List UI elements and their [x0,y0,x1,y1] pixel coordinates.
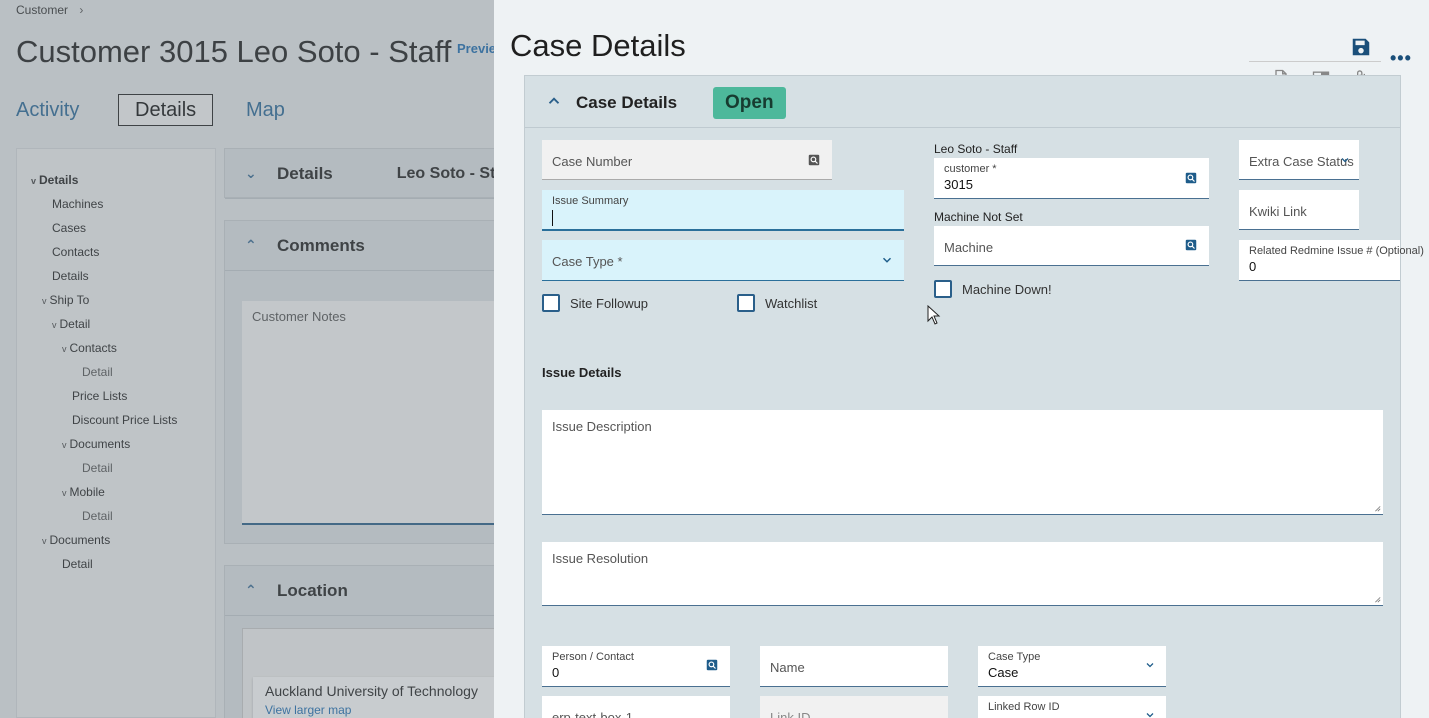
drawer-title: Case Details [510,28,686,63]
status-badge: Open [713,87,786,119]
view-larger-map-link[interactable]: View larger map [265,703,491,717]
kwiki-link-field[interactable]: Kwiki Link [1239,190,1359,230]
tree-item-documents-sub[interactable]: v Documents [62,437,130,451]
tree-item-details-sub[interactable]: Details [52,269,89,283]
tab-details[interactable]: Details [118,94,214,126]
mouse-pointer-icon [927,305,941,325]
chevron-up-icon: ⌃ [245,582,257,598]
lookup-icon[interactable] [807,153,821,167]
comments-panel: ⌃ Comments Customer Notes [224,220,514,544]
tree-item-documents-detail-root[interactable]: Detail [62,557,93,571]
customer-name-label: Leo Soto - Staff [934,142,1018,156]
chevron-down-icon: v [62,344,67,354]
tab-map[interactable]: Map [246,94,285,126]
details-panel-header[interactable]: ⌄ Details Leo Soto - Staf [225,149,513,199]
case-type-select[interactable]: Case Type * [542,240,904,281]
issue-description-textarea[interactable]: Issue Description [542,410,1383,515]
issue-details-heading: Issue Details [542,365,622,380]
watchlist-checkbox[interactable]: Watchlist [737,294,817,312]
preview-link[interactable]: Previe [457,41,496,56]
text-cursor [552,210,553,226]
erp-text-box-field[interactable]: erp-text-box-1 [542,696,730,718]
navigation-tree: v Details Machines Cases Contacts Details… [16,148,216,718]
more-options-icon[interactable]: ••• [1390,48,1412,69]
resize-grip-icon[interactable] [1373,595,1381,603]
tree-item-cases[interactable]: Cases [52,221,86,235]
chevron-down-icon [882,257,892,263]
chevron-down-icon [1341,158,1349,163]
map-embed[interactable]: Auckland University of Technology View l… [242,628,503,718]
breadcrumb[interactable]: Customer › [16,3,83,17]
tree-item-details[interactable]: v Details [31,173,78,187]
tree-item-contacts-detail[interactable]: Detail [82,365,113,379]
case-details-drawer: Case Details ••• Case Details Open Case … [494,0,1429,718]
chevron-down-icon: v [62,440,67,450]
location-panel-header[interactable]: ⌃ Location [225,566,513,616]
name-field[interactable]: Name [760,646,948,687]
case-details-section: Case Details Open Case Number Issue Summ… [524,75,1424,718]
details-panel: ⌄ Details Leo Soto - Staf [224,148,514,199]
tab-activity[interactable]: Activity [16,94,79,126]
breadcrumb-customer[interactable]: Customer [16,3,68,17]
chevron-down-icon [1146,713,1154,718]
link-id-field[interactable]: Link ID [760,696,948,718]
issue-resolution-textarea[interactable]: Issue Resolution [542,542,1383,606]
chevron-down-icon: v [42,296,47,306]
tree-item-documents-detail[interactable]: Detail [82,461,113,475]
lookup-icon[interactable] [705,658,719,672]
case-details-section-header[interactable]: Case Details Open [525,76,1400,128]
resize-grip-icon[interactable] [1373,504,1381,512]
save-icon[interactable] [1350,36,1372,58]
checkbox-box[interactable] [737,294,755,312]
tree-item-contacts[interactable]: Contacts [52,245,99,259]
customer-notes-textarea[interactable]: Customer Notes [242,301,502,525]
tree-item-ship-to[interactable]: v Ship To [42,293,89,307]
location-panel: ⌃ Location Auckland University of Techno… [224,565,514,718]
tree-item-machines[interactable]: Machines [52,197,103,211]
person-contact-field[interactable]: Person / Contact 0 [542,646,730,687]
details-panel-customer: Leo Soto - Staf [396,164,510,182]
machine-field[interactable]: Machine [934,226,1209,266]
machine-status-label: Machine Not Set [934,210,1023,224]
tree-item-mobile-detail[interactable]: Detail [82,509,113,523]
map-info-card: Auckland University of Technology View l… [253,677,503,718]
checkbox-box[interactable] [934,280,952,298]
tree-item-documents[interactable]: v Documents [42,533,110,547]
section-title: Case Details [576,93,678,112]
chevron-up-icon: ⌃ [245,237,257,253]
lookup-icon[interactable] [1184,171,1198,185]
redmine-issue-field[interactable]: Related Redmine Issue # (Optional) 0 [1239,240,1424,281]
toolbar-divider [1249,61,1381,62]
tree-item-discount-price-lists[interactable]: Discount Price Lists [72,413,177,427]
checkbox-box[interactable] [542,294,560,312]
chevron-down-icon: v [52,320,57,330]
customer-field[interactable]: customer * 3015 [934,158,1209,199]
issue-summary-field[interactable]: Issue Summary [542,190,904,231]
linked-row-id-select[interactable]: Linked Row ID [978,696,1166,718]
extra-case-status-select[interactable]: Extra Case Status [1239,140,1359,180]
case-type-dropdown[interactable]: Case Type Case [978,646,1166,687]
tree-item-price-lists[interactable]: Price Lists [72,389,127,403]
chevron-up-icon[interactable] [545,92,563,110]
chevron-down-icon: v [42,536,47,546]
chevron-down-icon: v [62,488,67,498]
breadcrumb-separator: › [79,3,84,17]
comments-panel-header[interactable]: ⌃ Comments [225,221,513,271]
tree-item-mobile[interactable]: v Mobile [62,485,105,499]
tree-item-detail[interactable]: v Detail [52,317,90,331]
chevron-down-icon: v [31,176,37,186]
chevron-down-icon: ⌄ [245,165,257,181]
chevron-down-icon [1146,663,1154,668]
page-title: Customer 3015 Leo Soto - Staff [16,34,452,69]
map-place-name: Auckland University of Technology [265,683,478,699]
case-number-field[interactable]: Case Number [542,140,832,180]
site-followup-checkbox[interactable]: Site Followup [542,294,648,312]
lookup-icon[interactable] [1184,238,1198,252]
machine-down-checkbox[interactable]: Machine Down! [934,280,1052,298]
tree-item-contacts-sub[interactable]: v Contacts [62,341,117,355]
